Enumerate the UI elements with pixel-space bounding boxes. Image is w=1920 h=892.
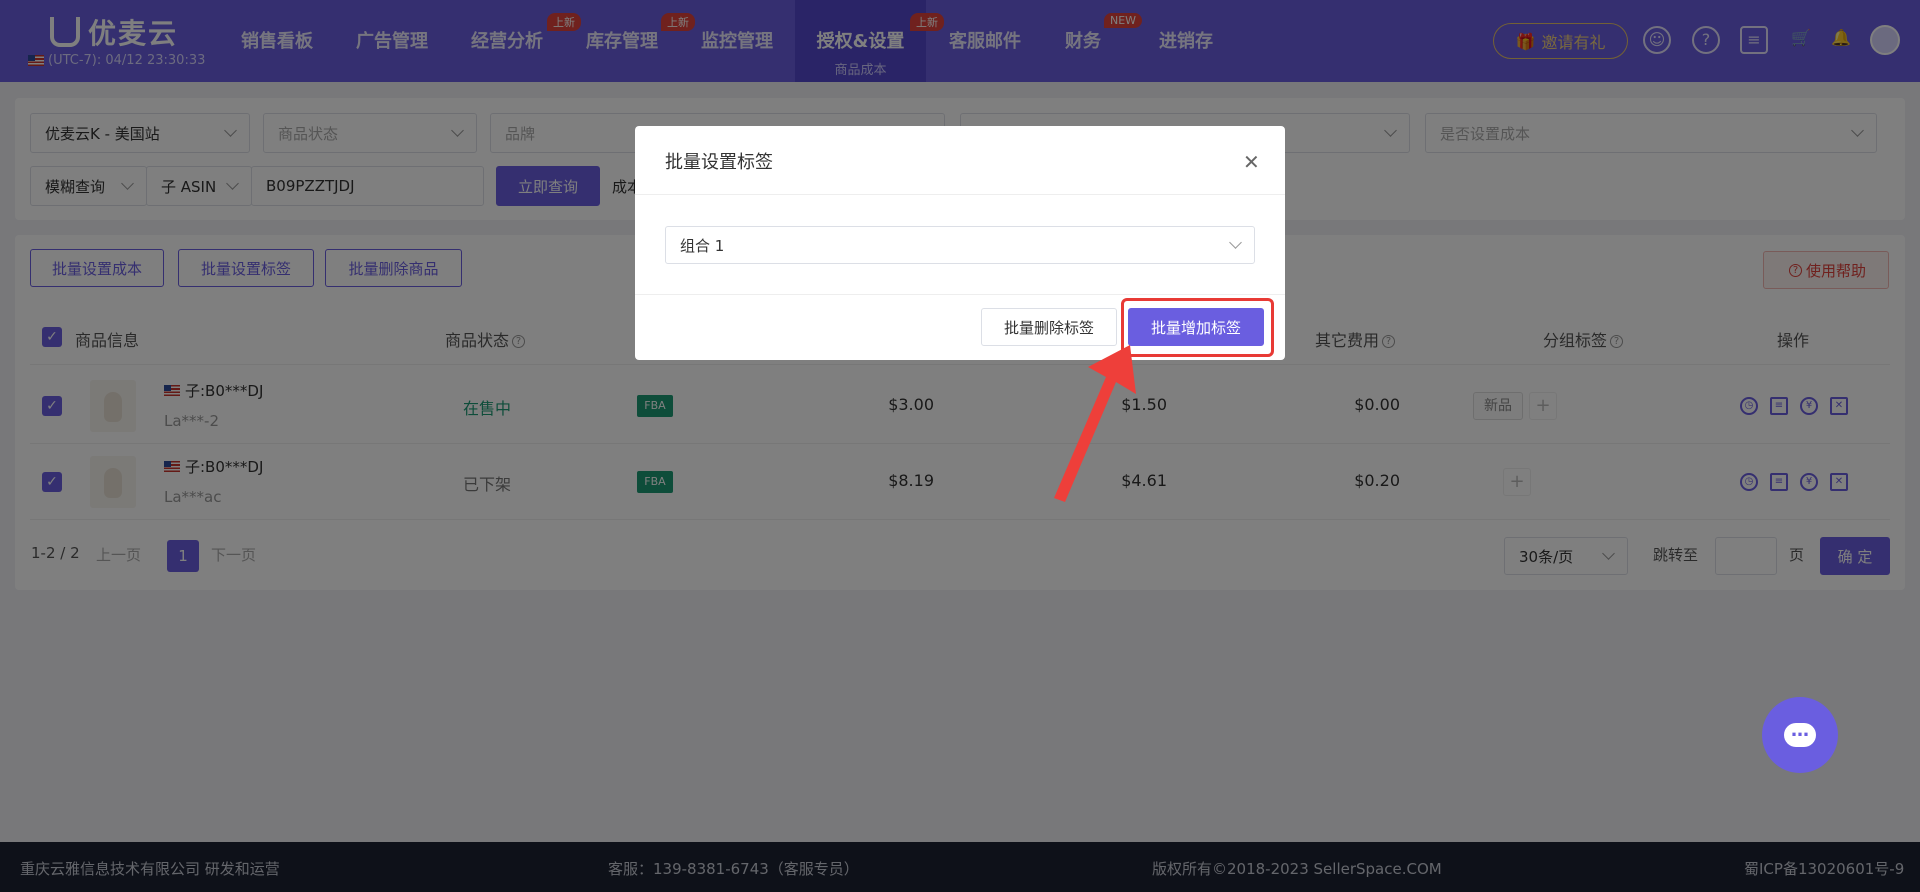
dialog-title: 批量设置标签 [665, 152, 773, 173]
tag-group-select[interactable]: 组合 1 [665, 226, 1255, 264]
chevron-down-icon [1229, 236, 1242, 249]
button-label: 批量删除标签 [1003, 318, 1094, 337]
chat-icon: … [1784, 722, 1816, 747]
close-icon[interactable]: ✕ [1243, 150, 1260, 174]
tag-group-value: 组合 1 [680, 236, 725, 255]
pointer-arrow-icon [1054, 345, 1136, 502]
highlight-box [1121, 298, 1274, 357]
divider [635, 194, 1285, 195]
chat-button[interactable]: … [1762, 697, 1838, 773]
divider [635, 294, 1285, 295]
